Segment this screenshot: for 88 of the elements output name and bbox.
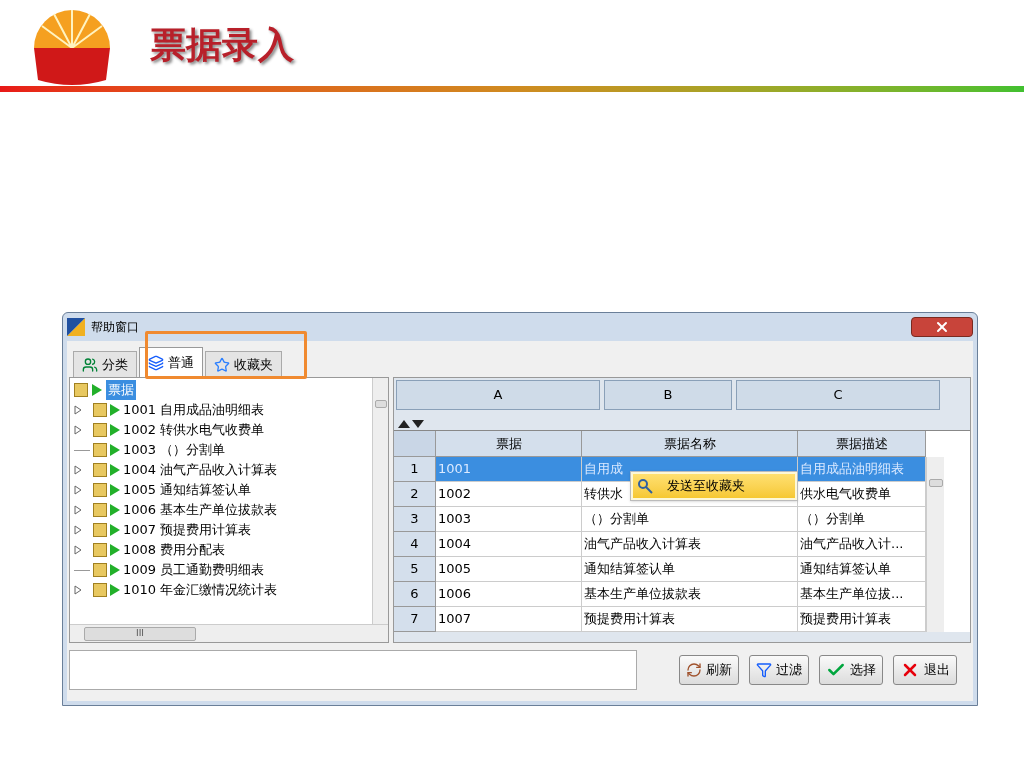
scrollbar-thumb[interactable]: III <box>84 626 196 641</box>
app-icon <box>67 318 85 336</box>
row-number[interactable]: 7 <box>394 607 436 632</box>
table-cell: 1004 <box>436 532 582 557</box>
tree-item[interactable]: 1004 油气产品收入计算表 <box>123 460 278 480</box>
tree-item[interactable]: 1006 基本生产单位拔款表 <box>123 500 278 520</box>
row-number[interactable]: 5 <box>394 557 436 582</box>
row-number[interactable]: 1 <box>394 457 436 482</box>
play-icon <box>110 444 120 456</box>
sort-arrows-icon[interactable] <box>398 420 424 428</box>
folder-icon <box>93 503 107 517</box>
star-icon <box>214 356 230 373</box>
menu-item[interactable]: 发送至收藏夹 <box>633 474 795 498</box>
table-cell: 1006 <box>436 582 582 607</box>
column-header[interactable]: 票据描述 <box>798 431 926 457</box>
row-number[interactable]: 2 <box>394 482 436 507</box>
table-cell: 通知结算签认单 <box>582 557 798 582</box>
table-cell: 预提费用计算表 <box>582 607 798 632</box>
folder-icon <box>93 523 107 537</box>
tab[interactable]: 收藏夹 <box>205 351 282 377</box>
table-cell: （）分割单 <box>798 507 926 532</box>
exit-button[interactable]: 退出 <box>893 655 957 685</box>
column-header[interactable]: 票据名称 <box>582 431 798 457</box>
folder-icon <box>93 463 107 477</box>
tree-item[interactable]: 1009 员工通勤费明细表 <box>123 560 265 580</box>
folder-icon <box>93 443 107 457</box>
vertical-scrollbar[interactable] <box>926 457 944 632</box>
tree-item[interactable]: 1008 费用分配表 <box>123 540 226 560</box>
table-cell: 1007 <box>436 607 582 632</box>
play-icon <box>110 524 120 536</box>
folder-icon <box>93 583 107 597</box>
play-icon <box>110 504 120 516</box>
tree-item[interactable]: 1010 年金汇缴情况统计表 <box>123 580 278 600</box>
folder-icon <box>93 563 107 577</box>
close-button[interactable] <box>911 317 973 337</box>
filter-button[interactable]: 过滤 <box>749 655 809 685</box>
slide-title: 票据录入 <box>150 23 294 67</box>
window-title: 帮助窗口 <box>91 319 139 336</box>
folder-icon <box>93 423 107 437</box>
column-letter: B <box>604 380 732 410</box>
folder-icon <box>93 483 107 497</box>
play-icon <box>110 404 120 416</box>
table-cell: 1005 <box>436 557 582 582</box>
table-cell: 油气产品收入计算表 <box>582 532 798 557</box>
folder-icon <box>74 383 88 397</box>
folder-icon <box>93 403 107 417</box>
table-cell: 基本生产单位拔款表 <box>582 582 798 607</box>
people-icon <box>82 356 98 373</box>
column-header[interactable]: 票据 <box>436 431 582 457</box>
table-cell: 预提费用计算表 <box>798 607 926 632</box>
table-cell: 供水电气收费单 <box>798 482 926 507</box>
folder-icon <box>93 543 107 557</box>
tab[interactable]: 普通 <box>139 347 203 377</box>
refresh-icon <box>686 662 702 678</box>
tab[interactable]: 分类 <box>73 351 137 377</box>
play-icon <box>110 584 120 596</box>
column-letter: C <box>736 380 940 410</box>
tree-item[interactable]: 1002 转供水电气收费单 <box>123 420 265 440</box>
row-number[interactable]: 4 <box>394 532 436 557</box>
row-number[interactable]: 6 <box>394 582 436 607</box>
tree-item[interactable]: 1001 自用成品油明细表 <box>123 400 265 420</box>
funnel-icon <box>756 662 772 678</box>
play-icon <box>110 564 120 576</box>
column-letter: A <box>396 380 600 410</box>
table-cell: 1002 <box>436 482 582 507</box>
table-cell: 通知结算签认单 <box>798 557 926 582</box>
magnifier-icon <box>637 478 653 494</box>
table-cell: 油气产品收入计... <box>798 532 926 557</box>
tree-item[interactable]: 1007 预提费用计算表 <box>123 520 252 540</box>
refresh-button[interactable]: 刷新 <box>679 655 739 685</box>
tree-item[interactable]: 1003 （）分割单 <box>123 440 226 460</box>
play-icon <box>92 384 102 396</box>
input-field[interactable] <box>69 650 637 690</box>
table-cell: 基本生产单位拔... <box>798 582 926 607</box>
play-icon <box>110 484 120 496</box>
select-button[interactable]: 选择 <box>819 655 883 685</box>
vertical-scrollbar[interactable] <box>372 378 388 624</box>
play-icon <box>110 464 120 476</box>
table-cell: 1003 <box>436 507 582 532</box>
tree-item[interactable]: 1005 通知结算签认单 <box>123 480 252 500</box>
table-cell: 自用成品油明细表 <box>798 457 926 482</box>
table-cell: 1001 <box>436 457 582 482</box>
row-number[interactable]: 3 <box>394 507 436 532</box>
close-icon <box>934 319 950 335</box>
play-icon <box>110 544 120 556</box>
play-icon <box>110 424 120 436</box>
table-cell: （）分割单 <box>582 507 798 532</box>
layers-icon <box>148 354 164 371</box>
